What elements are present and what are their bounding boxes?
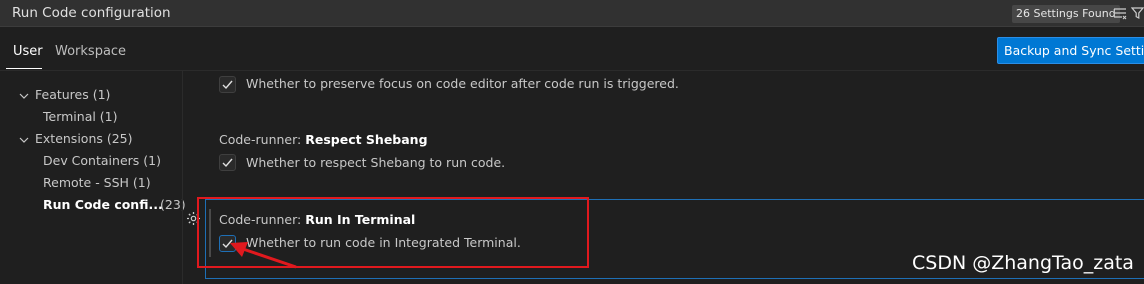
active-tab-indicator	[6, 68, 42, 69]
watermark: CSDN @ZhangTao_zata	[912, 252, 1134, 274]
settings-toc: Features (1) Terminal (1) Extensions (25…	[0, 71, 186, 284]
scope-tabs: User Workspace	[0, 28, 1144, 70]
chevron-down-icon[interactable]	[19, 90, 29, 100]
respect-shebang-title: Code-runner: Respect Shebang	[219, 132, 428, 147]
setting-category: Code-runner:	[219, 132, 306, 147]
annotation-arrow	[230, 242, 297, 269]
toc-sash[interactable]	[182, 71, 183, 284]
setting-name: Respect Shebang	[305, 132, 428, 147]
toc-item-terminal[interactable]: Terminal (1)	[43, 109, 118, 124]
toc-item-run-code[interactable]: Run Code confi...	[43, 197, 163, 212]
tab-workspace[interactable]: Workspace	[55, 44, 126, 59]
toc-item-remote-ssh[interactable]: Remote - SSH (1)	[43, 175, 151, 190]
toc-item-extensions[interactable]: Extensions (25)	[35, 131, 133, 146]
toc-item-dev-containers[interactable]: Dev Containers (1)	[43, 153, 161, 168]
preserve-focus-description: Whether to preserve focus on code editor…	[246, 76, 679, 91]
funnel-icon[interactable]	[1130, 6, 1144, 24]
tab-user[interactable]: User	[13, 44, 43, 59]
respect-shebang-description: Whether to respect Shebang to run code.	[246, 155, 506, 170]
search-input[interactable]	[4, 2, 1020, 24]
backup-and-sync-button[interactable]: Backup and Sync Settings	[997, 37, 1144, 64]
settings-search-bar: 26 Settings Found	[0, 0, 1144, 27]
list-filter-icon[interactable]	[1113, 6, 1127, 24]
chevron-down-icon[interactable]	[19, 134, 29, 144]
results-count-badge: 26 Settings Found	[1012, 5, 1120, 23]
preserve-focus-checkbox[interactable]	[219, 76, 236, 93]
respect-shebang-checkbox[interactable]	[219, 154, 236, 171]
toc-item-features[interactable]: Features (1)	[35, 87, 110, 102]
